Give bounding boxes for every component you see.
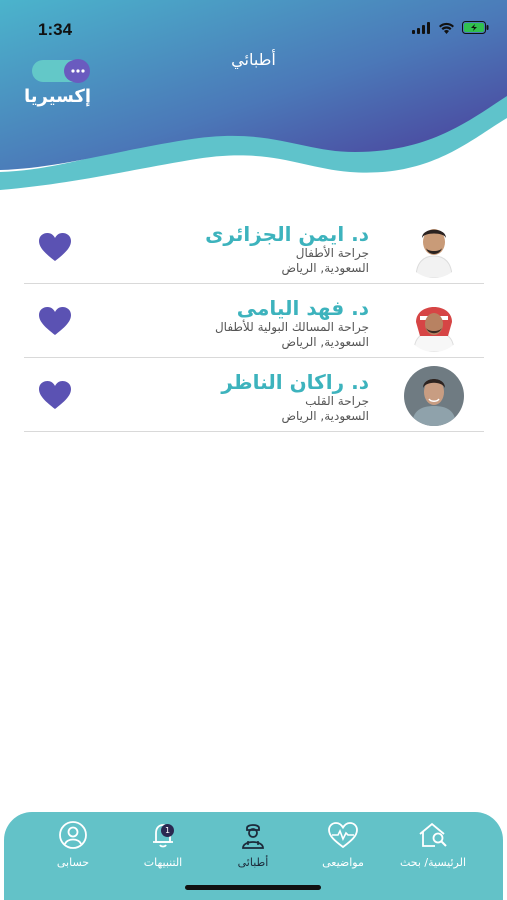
home-indicator	[185, 885, 321, 890]
doctor-row[interactable]: د. فهد اليامى جراحة المسالك البولية للأط…	[24, 284, 484, 358]
notification-badge: 1	[161, 824, 174, 837]
user-icon	[59, 821, 87, 849]
tab-account[interactable]: حسابى	[28, 820, 118, 869]
tab-my-topics[interactable]: مواضيعى	[298, 820, 388, 869]
tab-label: حسابى	[56, 856, 90, 869]
status-bar: 1:34	[0, 0, 507, 44]
status-time: 1:34	[38, 20, 73, 39]
doctor-location: السعودية, الرياض	[281, 409, 369, 423]
tab-label: الرئيسية/ بحث	[399, 856, 467, 869]
tab-notifications[interactable]: 1 التنبيهات	[118, 820, 208, 869]
tab-label: مواضيعى	[322, 856, 364, 869]
tab-label: التنبيهات	[143, 856, 183, 869]
doctor-avatar	[404, 366, 464, 426]
signal-icon	[412, 21, 430, 34]
doctor-info: د. راكان الناظر جراحة القلب السعودية, ال…	[221, 370, 369, 424]
doctor-row[interactable]: د. ايمن الجزائرى جراحة الأطفال السعودية,…	[24, 210, 484, 284]
doctor-name: د. ايمن الجزائرى	[205, 222, 369, 246]
heart-icon[interactable]	[38, 232, 72, 262]
doctor-icon	[242, 824, 264, 849]
battery-icon	[462, 21, 489, 34]
heart-icon[interactable]	[38, 380, 72, 410]
doctor-specialty: جراحة القلب	[305, 394, 369, 408]
doctor-info: د. فهد اليامى جراحة المسالك البولية للأط…	[215, 296, 369, 350]
tab-home-search[interactable]: الرئيسية/ بحث	[388, 820, 478, 869]
doctor-location: السعودية, الرياض	[281, 335, 369, 349]
status-icons	[412, 21, 489, 34]
doctor-name: د. راكان الناظر	[221, 370, 369, 394]
doctor-row[interactable]: د. راكان الناظر جراحة القلب السعودية, ال…	[24, 358, 484, 432]
app-logo-text: إكسيريا	[24, 86, 92, 107]
doctor-info: د. ايمن الجزائرى جراحة الأطفال السعودية,…	[205, 222, 369, 276]
doctor-name: د. فهد اليامى	[236, 296, 369, 320]
home-search-icon	[419, 822, 447, 847]
wifi-icon	[439, 22, 454, 34]
doctor-specialty: جراحة الأطفال	[295, 246, 369, 260]
tab-label: أطبائى	[237, 856, 269, 869]
doctor-avatar	[404, 292, 464, 352]
doctor-location: السعودية, الرياض	[281, 261, 369, 275]
tab-my-doctors[interactable]: أطبائى	[208, 820, 298, 869]
doctor-specialty: جراحة المسالك البولية للأطفال	[214, 320, 369, 334]
doctor-avatar	[404, 218, 464, 278]
heart-icon[interactable]	[38, 306, 72, 336]
heart-pulse-icon	[328, 822, 358, 849]
doctor-list: د. ايمن الجزائرى جراحة الأطفال السعودية,…	[24, 210, 484, 432]
